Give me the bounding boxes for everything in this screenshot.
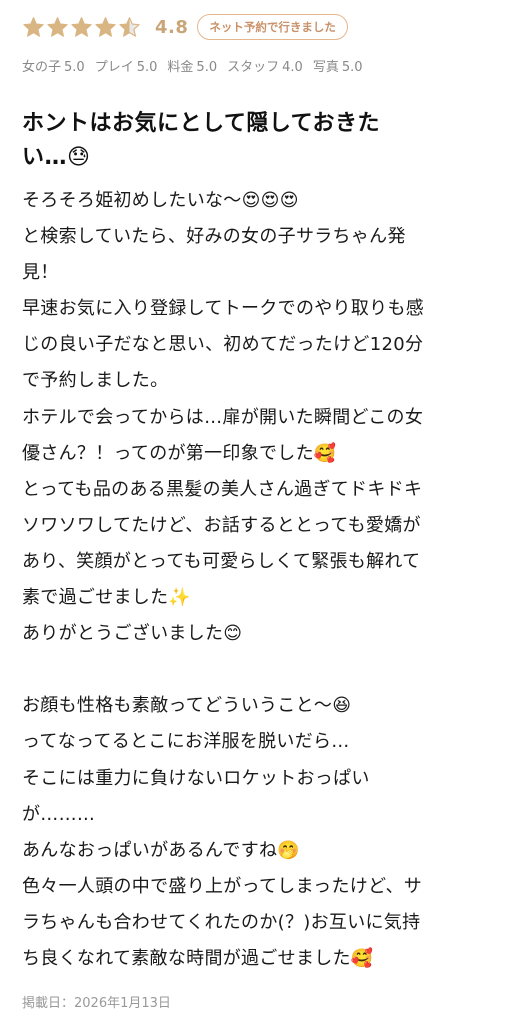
body-line: ありがとうございました😊 xyxy=(22,623,243,645)
sub-rating-value: 5.0 xyxy=(196,60,218,75)
body-line: 見！ xyxy=(22,262,59,284)
sub-ratings: 女の子 5.0 プレイ 5.0 料金 5.0 スタッフ 4.0 写真 5.0 xyxy=(22,56,486,75)
sub-rating-item: 女の子 5.0 xyxy=(22,56,85,75)
star-rating xyxy=(22,16,141,39)
body-line: そこには重力に負けないロケットおっぱい xyxy=(22,767,370,789)
body-line: で予約しました。 xyxy=(22,370,169,392)
sub-rating-value: 4.0 xyxy=(282,60,303,75)
overall-score: 4.8 xyxy=(155,16,189,38)
title-line: ホントはお気にとして隠しておきた xyxy=(22,111,381,136)
body-line: じの良い子だなと思い、初めてだったけど120分 xyxy=(22,334,424,356)
rating-row: 4.8 ネット予約で行きました xyxy=(22,12,486,42)
sub-rating-item: プレイ 5.0 xyxy=(95,56,158,75)
body-line: そろそろ姫初めしたいな〜😍😍😍 xyxy=(22,190,299,211)
body-line: 早速お気に入り登録してトークでのやり取りも感 xyxy=(22,298,425,320)
posted-date: 掲載日：2026年1月13日 xyxy=(22,996,171,1011)
body-line: あり、笑顔がとっても可愛らしくて緊張も解れて xyxy=(22,550,421,572)
paragraph-break xyxy=(22,652,486,688)
star-icon xyxy=(119,16,140,37)
body-line: が……… xyxy=(22,803,96,825)
star-icon xyxy=(47,16,68,37)
body-line: 色々一人頭の中で盛り上がってしまったけど、サ xyxy=(22,875,423,897)
sub-rating-item: 写真 5.0 xyxy=(313,56,363,75)
review-card: 4.8 ネット予約で行きました 女の子 5.0 プレイ 5.0 料金 5.0 スタッフ 4.0… xyxy=(0,0,508,1024)
body-line: と検索していたら、好みの女の子サラちゃん発 xyxy=(22,226,406,248)
sub-rating-label: スタッフ xyxy=(227,60,280,75)
sub-rating-label: 女の子 xyxy=(22,60,62,75)
body-line: あんなおっぱいがあるんですね🤭 xyxy=(22,839,301,861)
body-line: ソワソワしてたけど、お話するととっても愛嬌が xyxy=(22,514,421,536)
sub-rating-value: 5.0 xyxy=(341,60,363,75)
sub-rating-item: スタッフ 4.0 xyxy=(227,56,303,75)
body-line: とっても品のある黒髪の美人さん過ぎてドキドキ xyxy=(22,478,423,500)
sub-rating-value: 5.0 xyxy=(136,60,158,75)
sub-rating-value: 5.0 xyxy=(64,60,85,75)
body-line: ホテルで会ってからは…扉が開いた瞬間どこの女 xyxy=(22,406,424,428)
review-body: そろそろ姫初めしたいな〜😍😍😍 と検索していたら、好みの女の子サラちゃん発 見！ 早速… xyxy=(22,183,486,977)
body-line: ラちゃんも合わせてくれたのか(？)お互いに気持 xyxy=(22,911,421,933)
sub-rating-label: 写真 xyxy=(312,60,339,75)
reservation-badge: ネット予約で行きました xyxy=(197,14,348,40)
body-line: 素で過ごせました✨ xyxy=(22,587,192,609)
title-line: い…😓 xyxy=(22,145,91,170)
sub-rating-label: 料金 xyxy=(167,60,194,75)
star-icon xyxy=(23,16,44,37)
body-line: 優さん？！ってのが第一印象でした🥰 xyxy=(22,442,337,464)
body-line: ってなってるとこにお洋服を脱いだら… xyxy=(22,731,350,753)
review-title: ホントはお気にとして隠しておきた い…😓 xyxy=(22,107,486,175)
star-icon xyxy=(95,16,116,37)
body-line: お顔も性格も素敵ってどういうこと〜😆 xyxy=(22,695,352,717)
body-line: ち良くなれて素敵な時間が過ごせました🥰 xyxy=(22,947,374,969)
star-icon xyxy=(71,16,92,37)
sub-rating-label: プレイ xyxy=(94,60,134,75)
sub-rating-item: 料金 5.0 xyxy=(167,56,217,75)
